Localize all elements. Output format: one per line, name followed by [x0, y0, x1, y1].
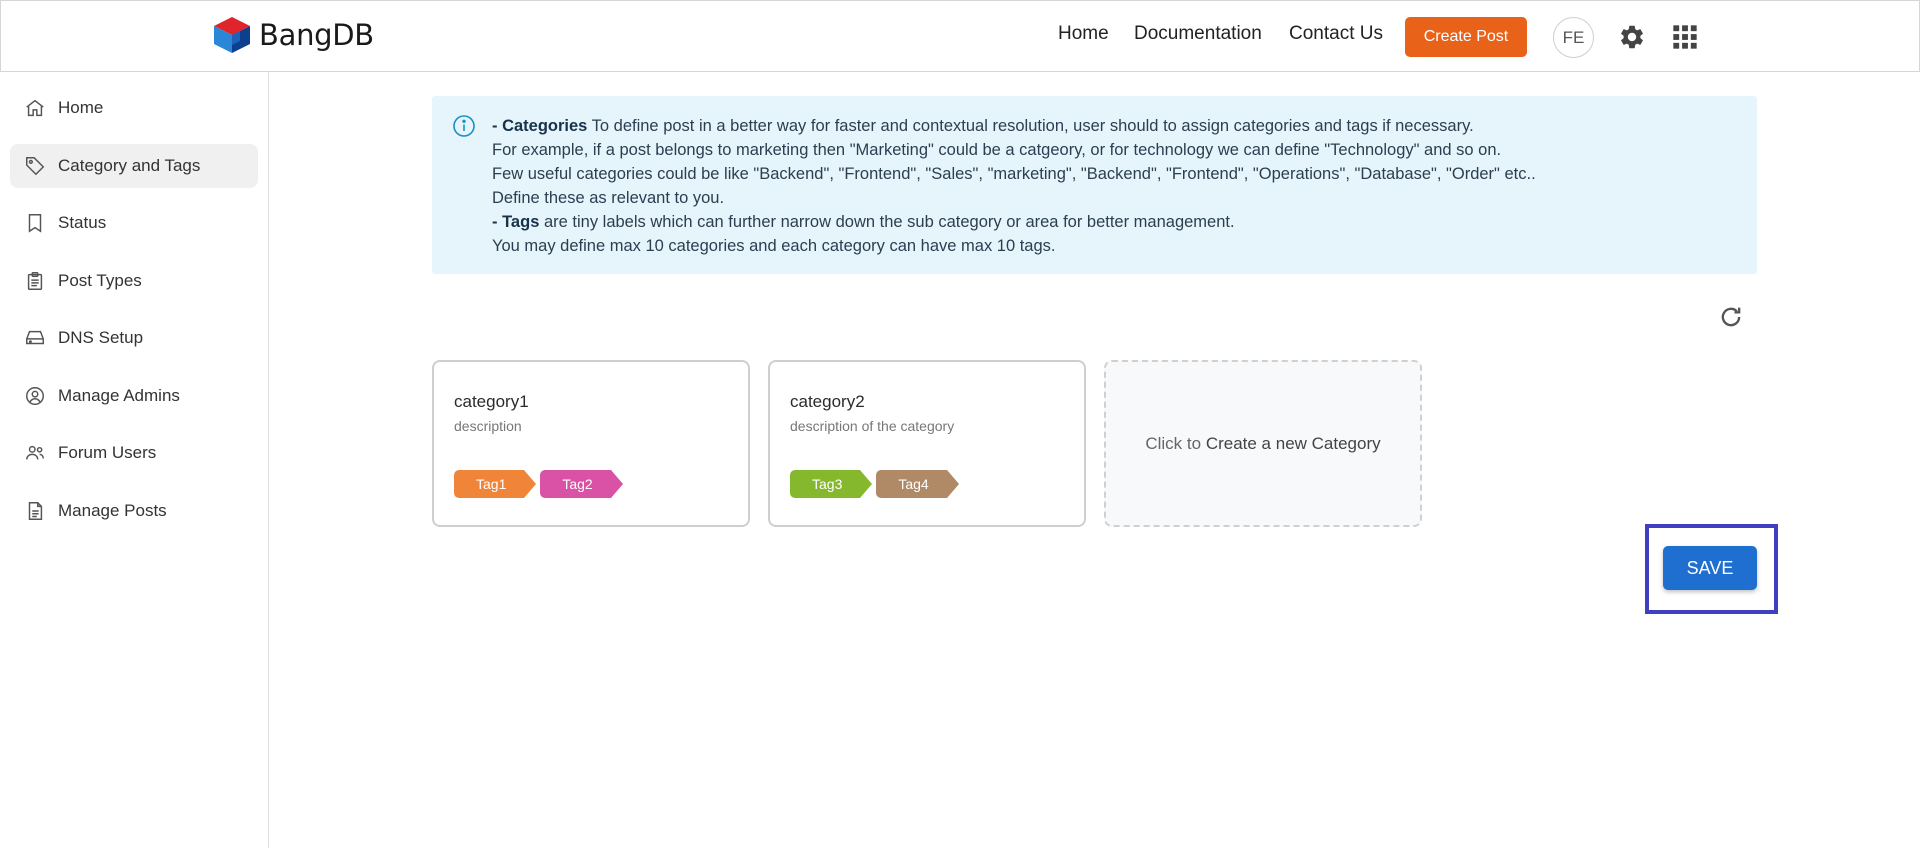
category-description: description of the category	[790, 418, 955, 434]
info-icon	[453, 115, 475, 137]
tags-heading: - Tags	[492, 213, 540, 231]
category-card[interactable]: category2 description of the category Ta…	[768, 360, 1086, 527]
sidebar-item-manage-posts[interactable]: Manage Posts	[10, 489, 258, 533]
brand-logo[interactable]: BangDB	[211, 15, 374, 55]
save-button[interactable]: SAVE	[1663, 546, 1757, 590]
sidebar-item-label: Status	[58, 213, 107, 232]
sidebar-item-label: Category and Tags	[58, 156, 201, 175]
nav-contact-us[interactable]: Contact Us	[1289, 23, 1383, 45]
document-icon	[28, 502, 43, 520]
sidebar-item-dns-setup[interactable]: DNS Setup	[10, 316, 258, 360]
nav-documentation[interactable]: Documentation	[1134, 23, 1262, 45]
sidebar-item-label: Forum Users	[58, 443, 157, 462]
refresh-icon[interactable]	[1717, 303, 1745, 331]
info-line-categories: - Categories To define post in a better …	[492, 114, 1536, 138]
sidebar: Home Category and Tags Status Post Types…	[0, 72, 269, 848]
gear-icon[interactable]	[1618, 23, 1646, 51]
bookmark-icon	[28, 214, 42, 233]
category-title: category2	[790, 392, 865, 411]
tag-chip[interactable]: Tag1	[454, 470, 537, 498]
create-category-prefix: Click to	[1145, 433, 1206, 453]
sidebar-item-category-and-tags[interactable]: Category and Tags	[10, 144, 258, 188]
sidebar-item-label: Manage Admins	[58, 386, 180, 405]
users-icon	[26, 445, 44, 460]
user-circle-icon	[26, 387, 44, 405]
category-description: description	[454, 418, 522, 434]
avatar[interactable]: FE	[1553, 17, 1594, 58]
create-category-action: Create a new Category	[1205, 433, 1381, 453]
info-line: You may define max 10 categories and eac…	[492, 237, 1056, 255]
sidebar-item-status[interactable]: Status	[10, 201, 258, 245]
info-text: - Categories To define post in a better …	[492, 114, 1536, 258]
tag-chip[interactable]: Tag3	[790, 470, 873, 498]
sidebar-item-forum-users[interactable]: Forum Users	[10, 431, 258, 475]
sidebar-item-label: Manage Posts	[58, 501, 167, 520]
tag-chip[interactable]: Tag4	[876, 470, 960, 498]
server-icon	[26, 330, 44, 345]
categories-text: To define post in a better way for faste…	[587, 117, 1474, 135]
info-line: Few useful categories could be like "Bac…	[492, 165, 1536, 183]
create-post-button[interactable]: Create Post	[1405, 17, 1527, 57]
sidebar-item-home[interactable]: Home	[10, 86, 258, 130]
nav-home[interactable]: Home	[1058, 23, 1109, 45]
info-line: Define these as relevant to you.	[492, 189, 725, 207]
home-icon	[26, 99, 44, 117]
tag-list: Tag3 Tag4	[790, 470, 963, 498]
sidebar-item-label: Home	[58, 98, 104, 117]
tags-text: are tiny labels which can further narrow…	[539, 213, 1235, 231]
apps-grid-icon[interactable]	[1671, 23, 1699, 51]
sidebar-item-post-types[interactable]: Post Types	[10, 259, 258, 303]
clipboard-icon	[27, 272, 43, 290]
category-card[interactable]: category1 description Tag1 Tag2	[432, 360, 750, 527]
sidebar-item-label: DNS Setup	[58, 328, 144, 347]
top-header: BangDB Home Documentation Contact Us Cre…	[0, 0, 1920, 72]
tag-chip[interactable]: Tag2	[540, 470, 624, 498]
sidebar-item-manage-admins[interactable]: Manage Admins	[10, 374, 258, 418]
categories-heading: - Categories	[492, 117, 588, 135]
info-line: For example, if a post belongs to market…	[492, 141, 1502, 159]
info-line-tags: - Tags are tiny labels which can further…	[492, 210, 1536, 234]
category-title: category1	[454, 392, 529, 411]
sidebar-item-label: Post Types	[58, 271, 142, 290]
brand-name: BangDB	[259, 18, 374, 52]
tag-icon	[26, 157, 45, 176]
tag-list: Tag1 Tag2	[454, 470, 627, 498]
create-category-card[interactable]: Click to Create a new Category	[1104, 360, 1422, 527]
info-box: - Categories To define post in a better …	[432, 96, 1757, 274]
cube-logo-icon	[214, 17, 250, 53]
